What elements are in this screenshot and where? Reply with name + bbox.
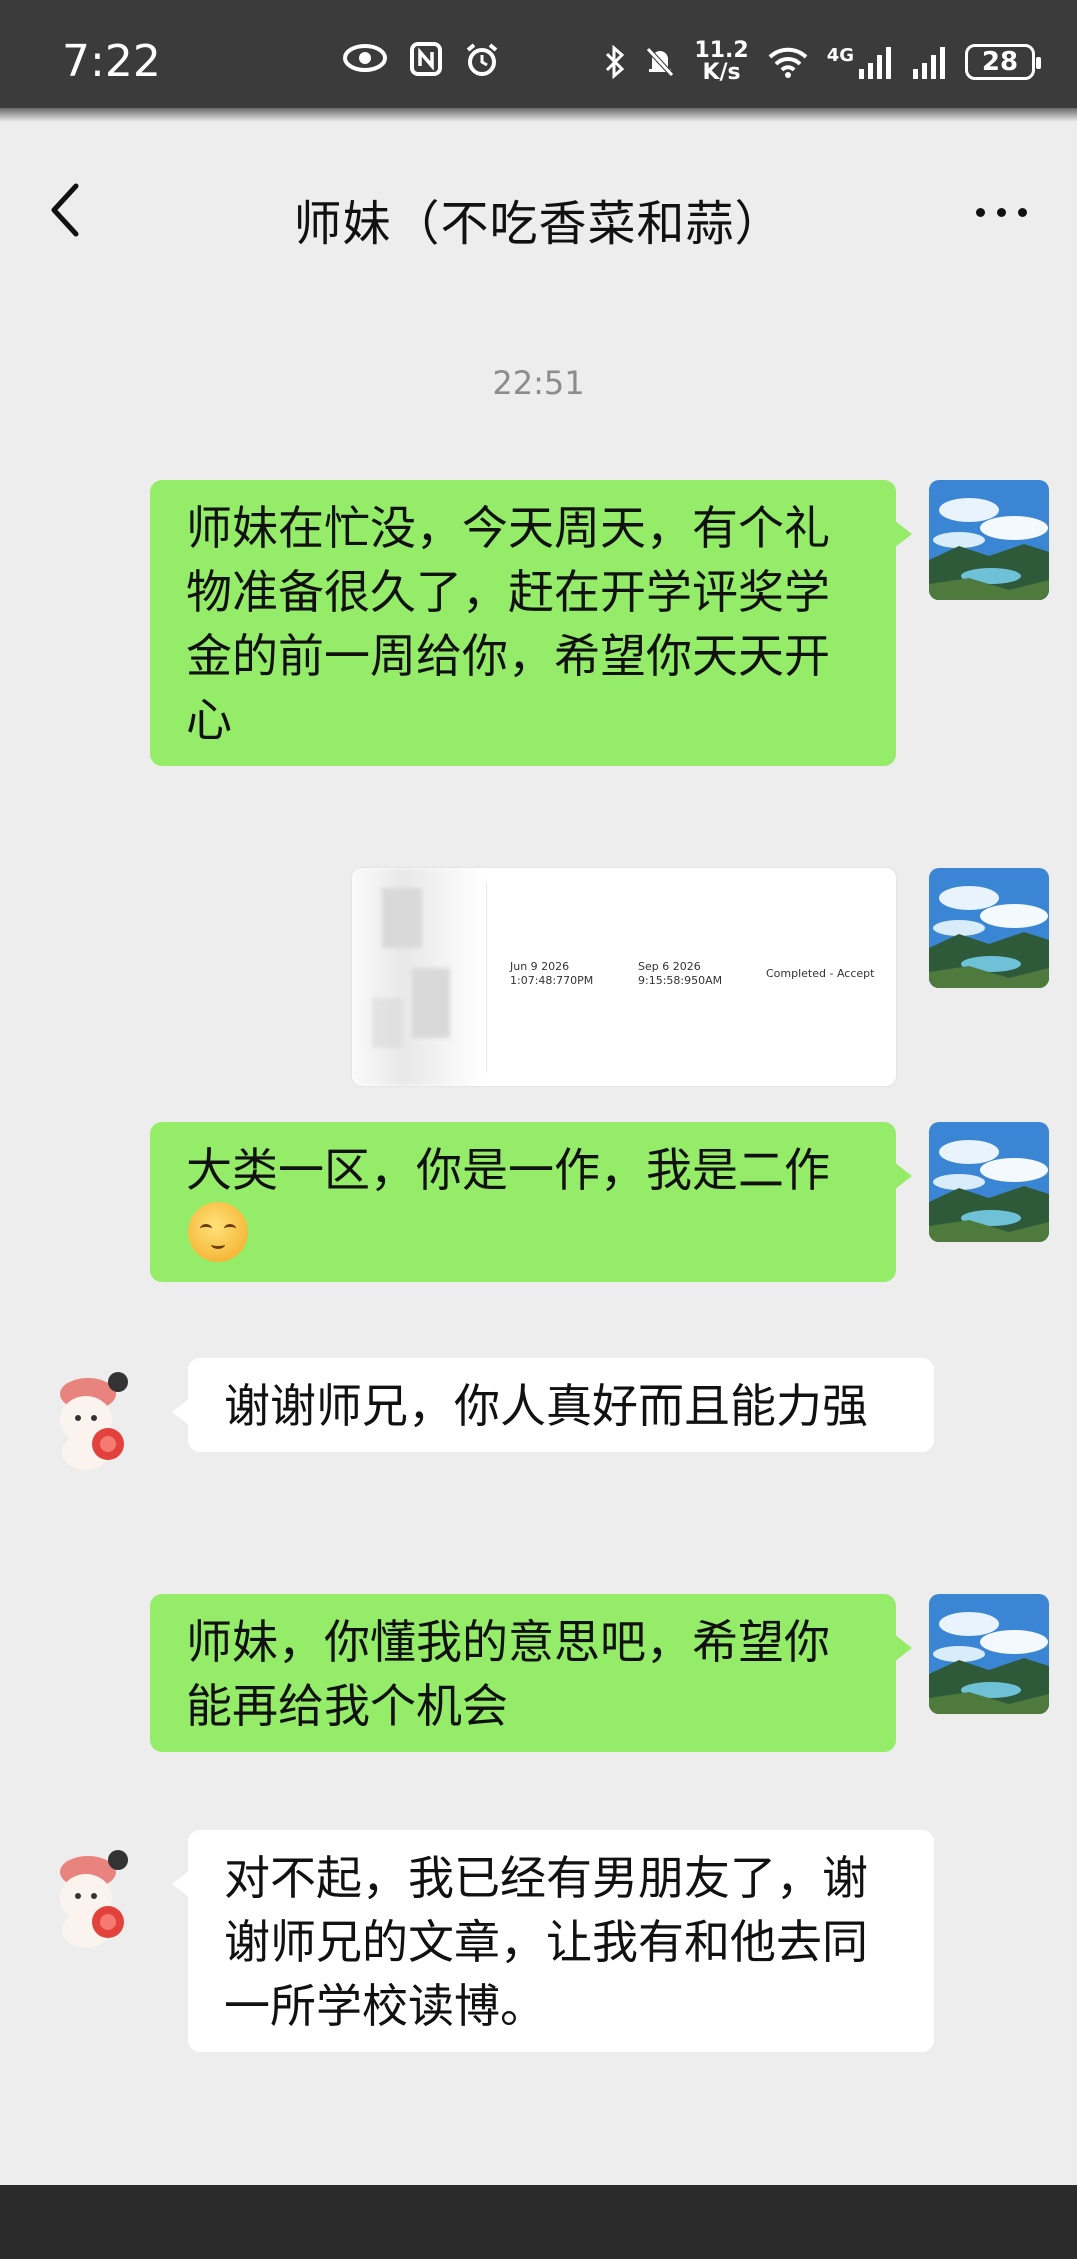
bear-sticker-avatar-icon	[60, 1372, 128, 1470]
my-avatar[interactable]	[929, 868, 1049, 988]
dot-icon	[1018, 208, 1027, 217]
message-text: 师妹在忙没，今天周天，有个礼物准备很久了，赶在开学评奖学金的前一周给你，希望你天…	[186, 501, 830, 747]
battery-icon: 28	[965, 44, 1041, 80]
message-timestamp: 22:51	[492, 364, 585, 402]
network-type-label: 4G	[826, 45, 854, 66]
status-bar-ghost	[0, 108, 1077, 122]
landscape-avatar-icon	[929, 480, 1049, 600]
dot-icon	[997, 208, 1006, 217]
landscape-avatar-icon	[929, 1594, 1049, 1714]
more-options-button[interactable]	[976, 208, 1027, 217]
image-date-start-day: Jun 9 2026	[510, 960, 570, 973]
network-speed-unit: K/s	[702, 60, 741, 85]
alarm-icon	[466, 43, 498, 76]
chat-header: 师妹（不吃香菜和蒜）	[0, 122, 1077, 302]
eye-icon	[343, 44, 387, 72]
message-text: 大类一区，你是一作，我是二作	[186, 1143, 830, 1197]
message-bubble-incoming[interactable]: 对不起，我已经有男朋友了，谢谢师兄的文章，让我有和他去同一所学校读博。	[172, 1830, 934, 2052]
message-bubble-outgoing[interactable]: 大类一区，你是一作，我是二作	[150, 1122, 912, 1282]
mute-bell-icon	[646, 47, 675, 77]
network-speed: 11.2 K/s	[694, 40, 748, 84]
message-text: 师妹，你懂我的意思吧，希望你能再给我个机会	[186, 1615, 830, 1733]
message-bubble-outgoing[interactable]: 师妹在忙没，今天周天，有个礼物准备很久了，赶在开学评奖学金的前一周给你，希望你天…	[150, 480, 912, 766]
bluetooth-icon	[606, 45, 625, 79]
message-text: 谢谢师兄，你人真好而且能力强	[224, 1379, 868, 1433]
message-bubble-incoming[interactable]: 谢谢师兄，你人真好而且能力强	[172, 1358, 934, 1452]
status-right-icons: 11.2 K/s 4G 28	[604, 40, 1041, 84]
landscape-avatar-icon	[929, 868, 1049, 988]
bear-sticker-avatar-icon	[60, 1850, 128, 1948]
signal-bars-2-icon	[913, 47, 945, 79]
signal-bars-icon	[859, 47, 891, 79]
status-time: 7:22	[62, 36, 161, 87]
blurred-region	[352, 868, 484, 1086]
chat-title: 师妹（不吃香菜和蒜）	[293, 196, 784, 252]
signal-4g: 4G	[827, 45, 893, 79]
my-avatar[interactable]	[929, 480, 1049, 600]
message-text: 对不起，我已经有男朋友了，谢谢师兄的文章，让我有和他去同一所学校读博。	[224, 1851, 868, 2033]
shy-smile-emoji	[188, 1202, 248, 1262]
status-bar: 7:22 11.2 K/s 4G 28	[0, 0, 1077, 108]
status-left-icons	[342, 42, 500, 78]
image-message[interactable]: Jun 9 2026 1:07:48:770PM Sep 6 2026 9:15…	[352, 868, 896, 1086]
image-date-start: Jun 9 2026 1:07:48:770PM	[510, 960, 593, 988]
contact-avatar[interactable]	[40, 1838, 160, 1958]
image-date-end-day: Sep 6 2026	[638, 960, 701, 973]
image-divider	[486, 882, 487, 1072]
nfc-icon	[410, 42, 442, 76]
landscape-avatar-icon	[929, 1122, 1049, 1242]
image-status: Completed - Accept	[766, 967, 875, 980]
message-bubble-outgoing[interactable]: 师妹，你懂我的意思吧，希望你能再给我个机会	[150, 1594, 912, 1752]
dot-icon	[976, 208, 985, 217]
image-date-end: Sep 6 2026 9:15:58:950AM	[638, 960, 722, 988]
my-avatar[interactable]	[929, 1594, 1049, 1714]
image-date-end-time: 9:15:58:950AM	[638, 974, 723, 987]
contact-avatar[interactable]	[40, 1360, 160, 1480]
wifi-icon	[768, 47, 808, 78]
network-speed-value: 11.2	[694, 38, 749, 63]
battery-level: 28	[981, 47, 1019, 77]
bottom-bar	[0, 2185, 1077, 2259]
my-avatar[interactable]	[929, 1122, 1049, 1242]
image-date-start-time: 1:07:48:770PM	[510, 974, 594, 987]
